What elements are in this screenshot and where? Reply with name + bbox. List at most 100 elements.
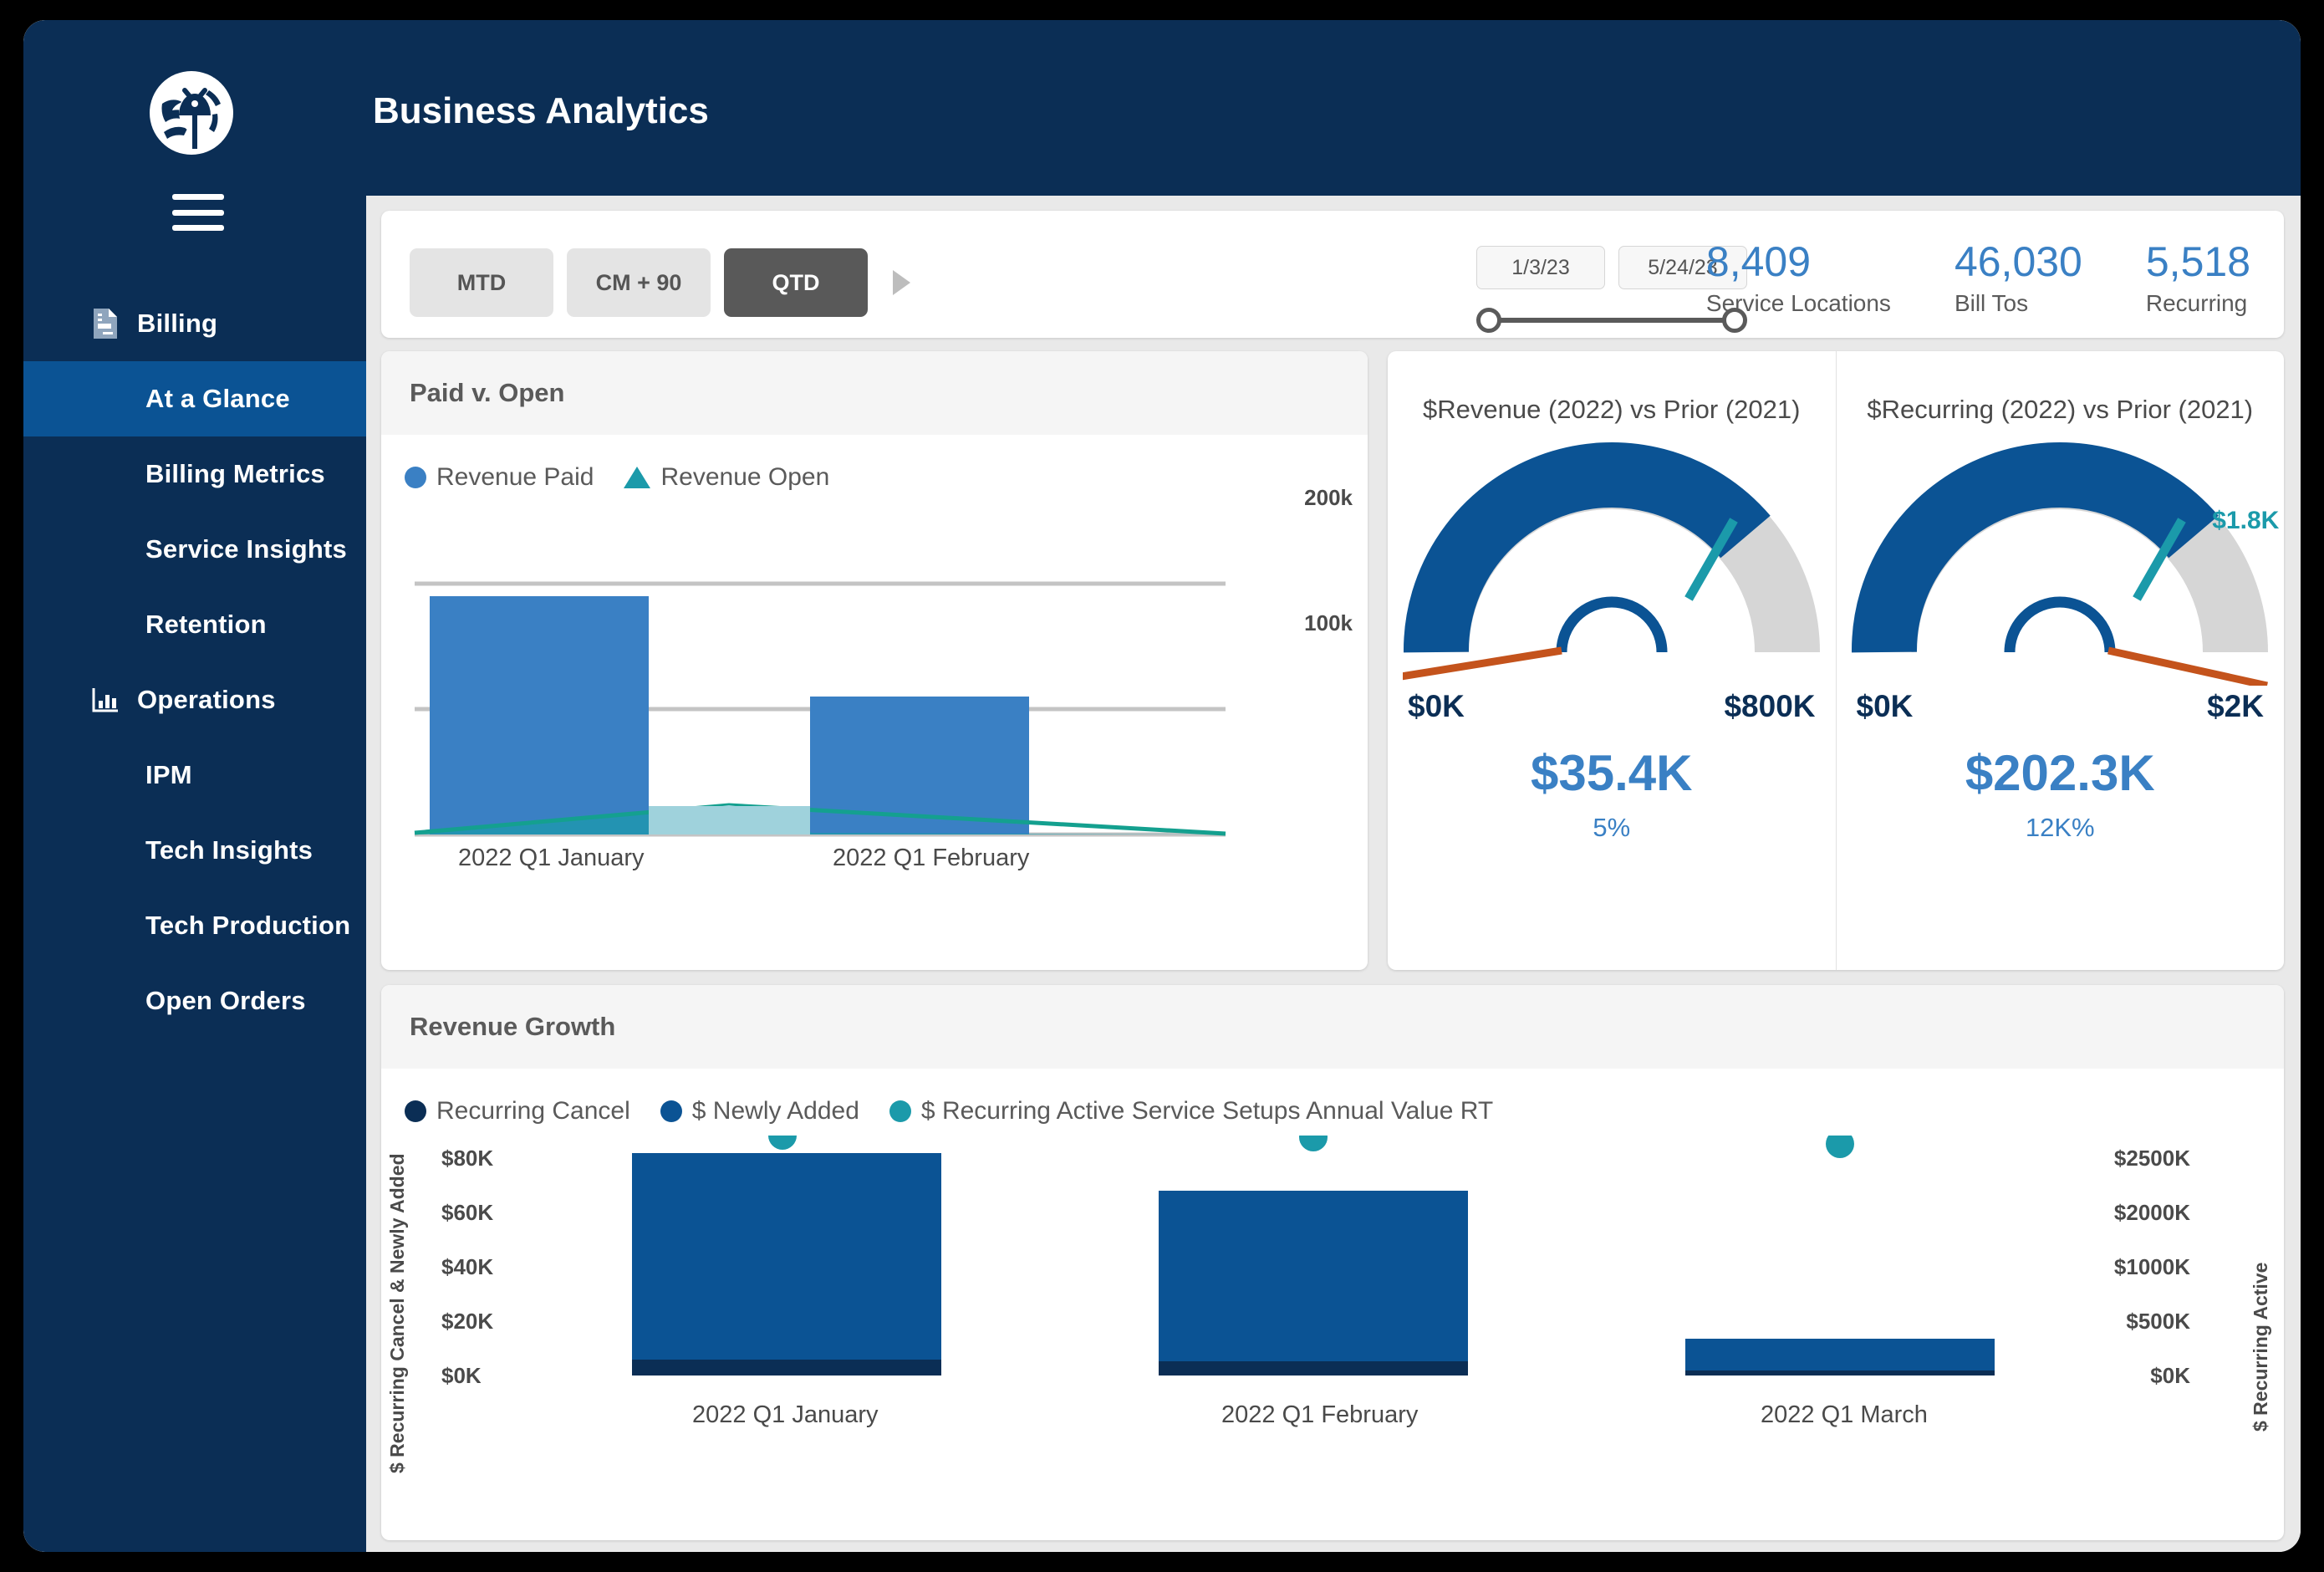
sidebar-item-ipm[interactable]: IPM: [23, 738, 366, 813]
paid-vs-open-legend: Revenue Paid Revenue Open: [381, 435, 1368, 492]
legend-swatch-circle-icon: [405, 467, 426, 488]
gauge-recurring-value: $202.3K: [1965, 745, 2155, 801]
gauge-min-label: $0K: [1856, 689, 1914, 723]
sidebar-item-operations[interactable]: Operations: [23, 662, 366, 738]
legend-label: Revenue Open: [660, 463, 830, 491]
sidebar-item-service-insights[interactable]: Service Insights: [23, 512, 366, 587]
sidebar-item-tech-insights[interactable]: Tech Insights: [23, 813, 366, 888]
kpi-bill-tos: 46,030 Bill Tos: [1955, 239, 2082, 317]
sidebar-item-label: At a Glance: [145, 384, 290, 413]
ytick-label: 100k: [1304, 610, 1353, 635]
period-pill-cm90[interactable]: CM + 90: [567, 248, 711, 317]
kpi-value: 8,409: [1705, 238, 1812, 285]
legend-swatch-circle-icon: [660, 1100, 682, 1122]
gauge-revenue-range: $0K $800K: [1388, 689, 1836, 724]
sidebar: Billing At a Glance Billing Metrics Serv…: [23, 20, 366, 1552]
xtick-label: 2022 Q1 February: [833, 845, 1030, 871]
left-ytick-label: $20K: [441, 1309, 494, 1334]
gauge-min-label: $0K: [1408, 689, 1465, 723]
revenue-growth-header: Revenue Growth: [381, 985, 2284, 1069]
gauges-card: $Revenue (2022) vs Prior (2021) $0K $800…: [1388, 351, 2284, 970]
header: Business Analytics: [366, 20, 2301, 196]
paid-vs-open-card: Paid v. Open Revenue Paid Revenue Open 2…: [381, 351, 1368, 970]
kpi-label: Service Locations: [1705, 290, 1891, 316]
ytick-label: 200k: [1304, 485, 1353, 510]
gauge-recurring: $Recurring (2022) vs Prior (2021) $1.8K …: [1835, 351, 2285, 970]
date-start-button[interactable]: 1/3/23: [1476, 246, 1605, 289]
legend-label: Revenue Paid: [436, 463, 594, 491]
gauge-revenue-dial: [1395, 435, 1821, 690]
kpi-label: Recurring: [2145, 290, 2248, 316]
sidebar-item-label: IPM: [145, 760, 192, 789]
revenue-growth-chart: $ Recurring Cancel & Newly Added $ Recur…: [381, 1131, 2284, 1490]
xtick-label: 2022 Q1 March: [1761, 1401, 1928, 1428]
legend-item-recurring-active[interactable]: $ Recurring Active Service Setups Annual…: [889, 1097, 1493, 1125]
revenue-growth-legend: Recurring Cancel $ Newly Added $ Recurri…: [381, 1069, 2284, 1125]
legend-swatch-triangle-icon: [624, 467, 651, 488]
xtick-label: 2022 Q1 February: [1221, 1401, 1419, 1428]
kpi-label: Bill Tos: [1954, 290, 2029, 316]
legend-label: $ Recurring Active Service Setups Annual…: [920, 1097, 1494, 1125]
left-ytick-label: $80K: [441, 1146, 494, 1171]
globe-bug-logo-icon: [147, 69, 236, 157]
kpi-group: 8,409 Service Locations 46,030 Bill Tos …: [1706, 239, 2250, 317]
paid-vs-open-chart: 200k 100k 2022 Q1 January 2022 Q1 Februa…: [381, 485, 1368, 893]
page-title: Business Analytics: [373, 90, 709, 131]
xtick-label: 2022 Q1 January: [458, 845, 645, 871]
sidebar-item-label: Tech Production: [145, 911, 351, 940]
chevron-right-icon[interactable]: [893, 270, 910, 295]
gauge-recurring-dial: $1.8K: [1851, 435, 2279, 690]
sidebar-item-label: Billing Metrics: [145, 459, 325, 488]
period-pill-qtd[interactable]: QTD: [724, 248, 868, 317]
legend-item-recurring-cancel[interactable]: Recurring Cancel: [405, 1097, 630, 1125]
kpi-recurring: 5,518 Recurring: [2146, 239, 2250, 317]
sidebar-item-label: Operations: [137, 685, 276, 714]
legend-label: Recurring Cancel: [436, 1097, 630, 1125]
gauge-revenue: $Revenue (2022) vs Prior (2021) $0K $800…: [1388, 351, 1836, 970]
app-frame: Billing At a Glance Billing Metrics Serv…: [23, 20, 2301, 1552]
legend-label: $ Newly Added: [691, 1097, 859, 1125]
sidebar-item-retention[interactable]: Retention: [23, 587, 366, 662]
xtick-label: 2022 Q1 January: [692, 1401, 879, 1428]
main-content: MTD CM + 90 QTD 1/3/23 5/24/23 8,409 Ser…: [366, 196, 2301, 1552]
sidebar-item-at-a-glance[interactable]: At a Glance: [23, 361, 366, 436]
card-title: Paid v. Open: [410, 378, 565, 407]
legend-swatch-circle-icon: [889, 1100, 911, 1122]
card-title: Revenue Growth: [410, 1012, 616, 1041]
hamburger-menu-icon[interactable]: [172, 194, 224, 231]
legend-item-revenue-open[interactable]: Revenue Open: [624, 463, 829, 492]
left-ytick-label: $60K: [441, 1200, 494, 1225]
left-ytick-label: $0K: [441, 1363, 482, 1388]
sidebar-nav: Billing At a Glance Billing Metrics Serv…: [23, 286, 366, 1039]
bar-chart-icon: [89, 686, 122, 713]
sidebar-item-label: Service Insights: [145, 534, 347, 564]
sidebar-item-billing[interactable]: Billing: [23, 286, 366, 361]
gauge-max-label: $2K: [2207, 689, 2264, 723]
sidebar-item-label: Tech Insights: [145, 835, 313, 865]
legend-item-newly-added[interactable]: $ Newly Added: [660, 1097, 859, 1125]
slider-handle-left[interactable]: [1476, 308, 1501, 333]
left-axis-title: $ Recurring Cancel & Newly Added: [386, 1153, 408, 1473]
sidebar-item-label: Retention: [145, 610, 267, 639]
gauge-title: $Revenue (2022) vs Prior (2021): [1423, 395, 1801, 424]
period-pill-mtd[interactable]: MTD: [410, 248, 553, 317]
gauge-recurring-percent: 12K%: [2025, 813, 2095, 842]
legend-swatch-circle-icon: [405, 1100, 426, 1122]
left-ytick-label: $40K: [441, 1254, 494, 1279]
sidebar-item-billing-metrics[interactable]: Billing Metrics: [23, 436, 366, 512]
sidebar-item-tech-production[interactable]: Tech Production: [23, 888, 366, 963]
sidebar-item-label: Open Orders: [145, 986, 306, 1015]
paid-vs-open-header: Paid v. Open: [381, 351, 1368, 435]
gauge-title: $Recurring (2022) vs Prior (2021): [1867, 395, 2254, 424]
sidebar-item-label: Billing: [137, 309, 218, 338]
kpi-value: 46,030: [1954, 238, 2082, 285]
legend-item-revenue-paid[interactable]: Revenue Paid: [405, 463, 594, 492]
gauge-target-label: $1.8K: [2212, 507, 2280, 534]
gauge-revenue-percent: 5%: [1593, 813, 1631, 842]
kpi-value: 5,518: [2145, 238, 2250, 285]
sidebar-item-open-orders[interactable]: Open Orders: [23, 963, 366, 1039]
filter-bar: MTD CM + 90 QTD 1/3/23 5/24/23 8,409 Ser…: [381, 211, 2284, 338]
document-icon: [89, 308, 122, 339]
gauge-revenue-value: $35.4K: [1531, 745, 1693, 801]
slider-track: [1486, 318, 1737, 323]
